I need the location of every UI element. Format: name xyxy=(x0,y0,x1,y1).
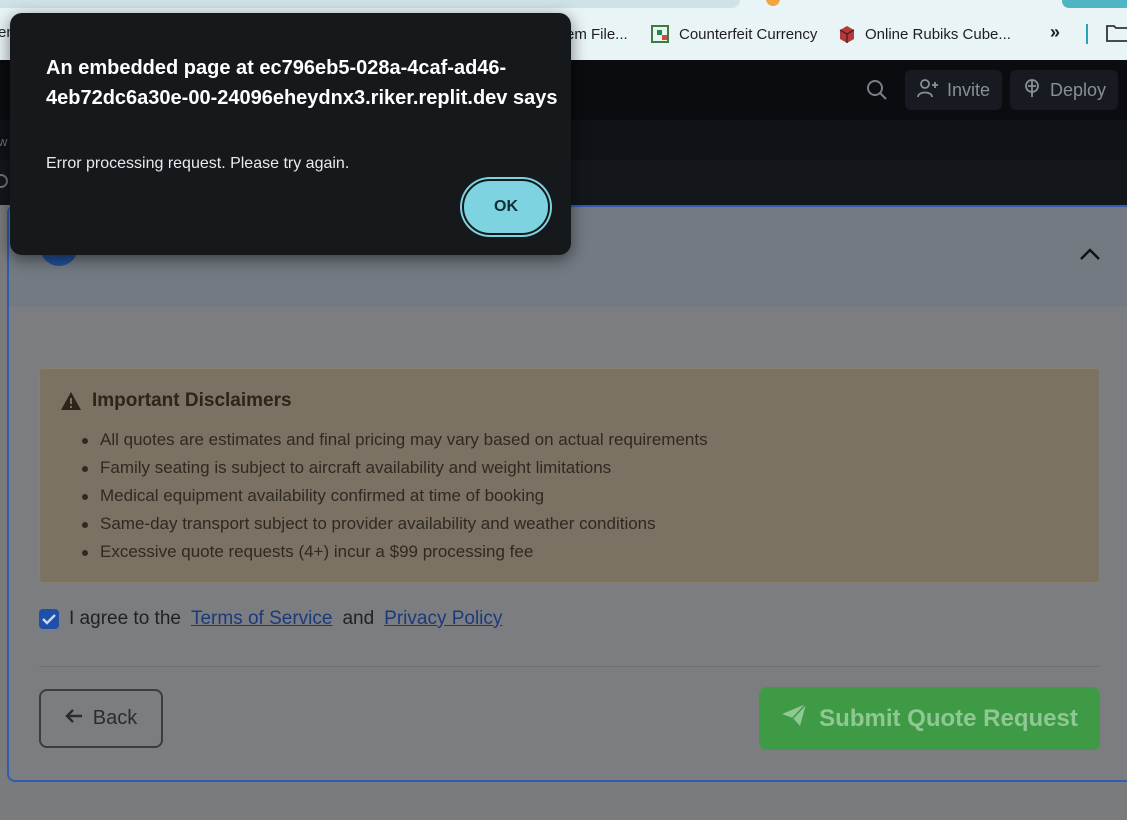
bookmark-label: Online Rubiks Cube... xyxy=(865,25,1011,43)
submit-label: Submit Quote Request xyxy=(819,704,1078,732)
deploy-icon xyxy=(1022,78,1042,103)
bookmarks-separator xyxy=(1086,24,1088,44)
submit-quote-button[interactable]: Submit Quote Request xyxy=(759,687,1100,750)
list-item: Medical equipment availability confirmed… xyxy=(80,482,708,510)
bookmarks-overflow-icon[interactable]: » xyxy=(1050,22,1060,43)
terms-agreement: I agree to the Terms of Service and Priv… xyxy=(39,608,502,630)
disclaimer-heading: Important Disclaimers xyxy=(60,390,292,412)
folder-icon[interactable] xyxy=(1106,24,1127,42)
chevron-up-icon[interactable] xyxy=(1078,246,1102,262)
bookmark-item-rubiks-cube[interactable]: Online Rubiks Cube... xyxy=(837,22,1011,46)
bookmark-label: Counterfeit Currency xyxy=(679,25,818,43)
disclaimer-title: Important Disclaimers xyxy=(92,390,292,411)
back-button[interactable]: Back xyxy=(39,689,163,748)
privacy-policy-link[interactable]: Privacy Policy xyxy=(384,608,502,630)
list-item: All quotes are estimates and final prici… xyxy=(80,426,708,454)
invite-label: Invite xyxy=(947,79,991,100)
tab-strip xyxy=(0,0,740,8)
list-item: Family seating is subject to aircraft av… xyxy=(80,454,708,482)
back-label: Back xyxy=(92,707,138,729)
deploy-label: Deploy xyxy=(1050,79,1107,100)
tab-indicator xyxy=(766,0,780,6)
bookmark-item-file[interactable]: em File... xyxy=(566,22,628,46)
dialog-title: An embedded page at ec796eb5-028a-4caf-a… xyxy=(46,57,558,109)
search-icon[interactable] xyxy=(866,79,888,101)
ok-button[interactable]: OK xyxy=(462,179,550,235)
arrow-left-icon xyxy=(65,707,83,730)
disclaimer-list: All quotes are estimates and final prici… xyxy=(80,426,708,566)
invite-button[interactable]: Invite xyxy=(905,70,1003,110)
list-item: Excessive quote requests (4+) incur a $9… xyxy=(80,538,708,566)
sheets-icon xyxy=(651,24,671,44)
agree-checkbox[interactable] xyxy=(39,609,59,629)
profile-pill[interactable] xyxy=(1062,0,1127,8)
paper-plane-icon xyxy=(781,703,807,734)
warning-icon xyxy=(60,391,82,411)
divider xyxy=(39,666,1100,667)
list-item: Same-day transport subject to provider a… xyxy=(80,510,708,538)
bookmark-item-counterfeit-currency[interactable]: Counterfeit Currency xyxy=(651,22,817,46)
toolbar-partial-text: w xyxy=(0,134,8,149)
deploy-button[interactable]: Deploy xyxy=(1010,70,1119,110)
bookmark-label: em File... xyxy=(566,25,628,43)
agree-prefix: I agree to the xyxy=(69,608,181,629)
dialog-message: Error processing request. Please try aga… xyxy=(46,155,350,172)
agree-conjunction: and xyxy=(342,608,375,629)
cube-icon xyxy=(837,24,857,44)
add-user-icon xyxy=(917,78,939,103)
terms-of-service-link[interactable]: Terms of Service xyxy=(191,608,332,630)
